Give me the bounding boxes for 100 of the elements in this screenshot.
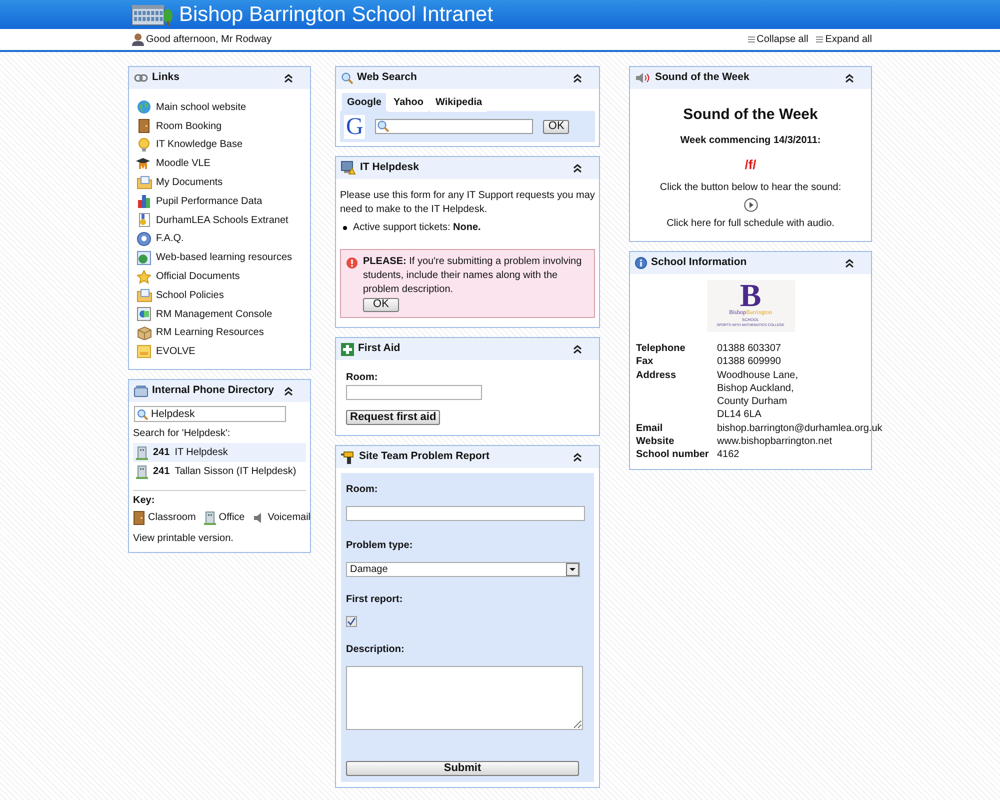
link-item[interactable]: School Policies bbox=[156, 288, 224, 303]
info-icon bbox=[635, 257, 647, 269]
folder-icon bbox=[136, 288, 152, 302]
link-item[interactable]: RM Management Console bbox=[156, 306, 272, 322]
panel-title: Links bbox=[152, 70, 180, 86]
problem-type-dropdown[interactable]: Damage bbox=[346, 562, 580, 577]
computer-icon bbox=[137, 307, 151, 322]
office-building-icon bbox=[204, 510, 216, 525]
chain-link-icon bbox=[134, 74, 148, 82]
collapse-all-link[interactable]: Collapse all bbox=[748, 32, 808, 47]
submit-button[interactable]: Submit bbox=[346, 761, 579, 776]
package-icon bbox=[136, 326, 152, 340]
lines-icon bbox=[748, 36, 755, 43]
printable-version-link[interactable]: View printable version. bbox=[133, 531, 306, 546]
panel-title: Sound of the Week bbox=[655, 70, 750, 86]
key-label: Classroom bbox=[148, 511, 196, 526]
folder-icon bbox=[136, 176, 152, 190]
week-text: Week commencing 14/3/2011: bbox=[680, 134, 821, 148]
door-icon bbox=[138, 119, 150, 134]
directory-entry[interactable]: 241 Tallan Sisson (IT Helpdesk) bbox=[133, 462, 306, 482]
search-icon bbox=[341, 72, 353, 84]
description-field[interactable] bbox=[346, 666, 583, 730]
helpdesk-intro: Please use this form for any IT Support requests you may need to make to the IT Helpdesk. bbox=[340, 189, 595, 217]
web-page-icon bbox=[137, 250, 151, 265]
alert-message: PLEASE: If you're submitting a problem involving students, include their names along with the problem description. bbox=[363, 255, 583, 297]
panel-title: IT Helpdesk bbox=[360, 160, 420, 176]
link-item[interactable]: IT Knowledge Base bbox=[156, 137, 243, 152]
link-item[interactable]: Moodle VLE bbox=[156, 156, 210, 172]
search-icon bbox=[137, 409, 148, 420]
request-first-aid-button[interactable]: Request first aid bbox=[346, 410, 440, 425]
info-value: bishop.barrington@durhamlea.org.uk bbox=[717, 422, 882, 436]
link-item[interactable]: Room Booking bbox=[156, 118, 222, 134]
info-value: 4162 bbox=[717, 448, 740, 462]
problem-type-label: Problem type: bbox=[346, 539, 414, 553]
google-logo: G bbox=[346, 114, 364, 138]
info-label: Website bbox=[636, 435, 676, 448]
sound-text: /f/ bbox=[744, 156, 756, 174]
star-icon bbox=[137, 270, 151, 284]
info-label: School number bbox=[636, 448, 710, 462]
drill-icon bbox=[341, 450, 355, 464]
info-value: 01388 609990 bbox=[717, 355, 782, 369]
sound-heading: Sound of the Week bbox=[683, 105, 818, 125]
panel-title: Site Team Problem Report bbox=[359, 449, 491, 464]
monitor-warning-icon bbox=[341, 161, 356, 175]
info-label: Address bbox=[636, 368, 678, 383]
document-icon bbox=[138, 213, 150, 228]
link-item[interactable]: Official Documents bbox=[156, 269, 240, 284]
directory-entry[interactable]: 241 IT Helpdesk bbox=[133, 443, 306, 462]
instruction-text: Click the button below to hear the sound: bbox=[660, 181, 842, 195]
speaker-icon bbox=[635, 72, 651, 84]
link-item[interactable]: Pupil Performance Data bbox=[156, 194, 262, 209]
note-icon bbox=[137, 345, 151, 358]
description-label: Description: bbox=[346, 643, 406, 657]
first-aid-cross-icon bbox=[341, 342, 354, 356]
info-label: Telephone bbox=[636, 342, 686, 356]
info-value: www.bishopbarrington.net bbox=[717, 435, 834, 448]
mortarboard-icon bbox=[136, 157, 152, 170]
results-heading: Search for 'Helpdesk': bbox=[133, 427, 232, 442]
room-field[interactable] bbox=[346, 506, 585, 521]
search-icon bbox=[377, 120, 390, 132]
panel-title: Web Search bbox=[357, 70, 418, 86]
ok-button[interactable]: OK bbox=[363, 298, 399, 312]
link-item[interactable]: DurhamLEA Schools Extranet bbox=[156, 212, 288, 228]
first-report-checkbox[interactable] bbox=[346, 616, 357, 627]
error-icon bbox=[346, 257, 358, 269]
info-label: Fax bbox=[636, 355, 654, 369]
search-field[interactable]: Helpdesk bbox=[134, 406, 286, 422]
active-tickets-text: Active support tickets: None. bbox=[353, 221, 481, 235]
expand-all-link[interactable]: Expand all bbox=[816, 32, 872, 47]
link-item[interactable]: F.A.Q. bbox=[156, 231, 184, 246]
room-label: Room: bbox=[346, 371, 379, 385]
link-item[interactable]: Main school website bbox=[156, 100, 246, 115]
panel-title: Internal Phone Directory bbox=[152, 383, 275, 398]
search-field[interactable] bbox=[375, 119, 534, 134]
user-icon bbox=[132, 33, 144, 46]
panel-title: School Information bbox=[651, 255, 748, 270]
school-building-icon bbox=[131, 2, 173, 26]
ok-button[interactable]: OK bbox=[543, 120, 570, 134]
info-value: 01388 603307 bbox=[717, 342, 782, 356]
link-item[interactable]: My Documents bbox=[156, 175, 223, 190]
link-item[interactable]: EVOLVE bbox=[156, 344, 196, 360]
schedule-link[interactable]: Click here for full schedule with audio. bbox=[666, 216, 834, 231]
info-label: Email bbox=[636, 422, 664, 436]
office-building-icon bbox=[136, 446, 148, 460]
room-field[interactable] bbox=[346, 385, 482, 400]
search-tab[interactable]: Google bbox=[342, 93, 386, 112]
greeting-text: Good afternoon, Mr Rodway bbox=[146, 33, 273, 47]
key-heading: Key: bbox=[133, 494, 156, 508]
bar-chart-icon bbox=[137, 194, 151, 208]
link-item[interactable]: RM Learning Resources bbox=[156, 325, 264, 340]
site-title: Bishop Barrington School Intranet bbox=[179, 4, 494, 25]
lightbulb-icon bbox=[138, 138, 150, 152]
panel-title: First Aid bbox=[358, 341, 402, 356]
link-item[interactable]: Web-based learning resources bbox=[156, 250, 292, 266]
play-button[interactable] bbox=[744, 198, 758, 212]
telephone-icon bbox=[134, 385, 148, 398]
first-report-label: First report: bbox=[346, 593, 404, 607]
globe-icon bbox=[137, 100, 151, 114]
key-label: Office bbox=[218, 511, 245, 526]
key-label: Voicemail bbox=[268, 511, 311, 526]
